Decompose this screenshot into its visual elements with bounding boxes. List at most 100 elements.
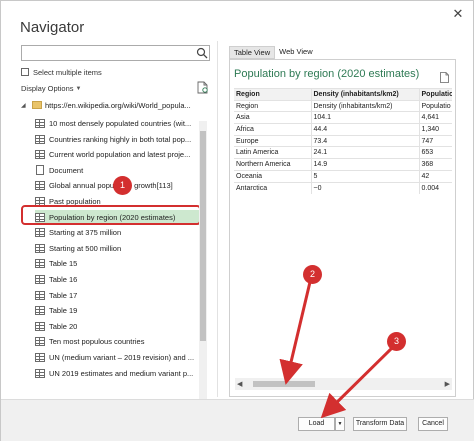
export-document-icon[interactable]: [440, 72, 449, 83]
column-header[interactable]: Population: [419, 88, 452, 101]
table-preview: Population by region (2020 estimates) Re…: [229, 59, 456, 397]
table-cell: 42: [419, 169, 452, 182]
tree-root-node[interactable]: ◢ https://en.wikipedia.org/wiki/World_po…: [21, 98, 191, 112]
table-row: Latin America 24.1 653: [234, 146, 452, 159]
tree-item-label: Starting at 500 million: [49, 243, 122, 253]
search-input[interactable]: [21, 45, 210, 61]
collapse-triangle-icon[interactable]: ◢: [21, 102, 29, 109]
table-cell: 5: [311, 169, 420, 182]
table-cell: Antarctica: [234, 181, 312, 194]
table-cell: Europe: [234, 134, 312, 147]
load-button[interactable]: Load: [298, 417, 335, 431]
display-options-label: Display Options: [21, 84, 74, 93]
horizontal-scrollbar-thumb[interactable]: [253, 381, 315, 387]
tree-item-label: UN (medium variant – 2019 revision) and …: [49, 353, 195, 362]
chevron-down-icon: ▼: [75, 85, 82, 92]
table-cell: Asia: [234, 111, 312, 124]
tree-item-label: Table 20: [49, 321, 78, 331]
table-icon: [35, 290, 45, 300]
table-icon: [35, 337, 45, 347]
table-cell: Africa: [234, 123, 312, 136]
tree-item[interactable]: Table 19: [35, 303, 201, 318]
close-icon[interactable]: ✕: [447, 5, 469, 23]
table-icon: [35, 228, 45, 238]
table-icon: [35, 368, 45, 378]
selection-highlight-annotation: [21, 205, 201, 225]
navigator-window: Navigator ✕ Select multiple items Displa…: [0, 0, 474, 441]
tree-item[interactable]: Ten most populous countries: [35, 334, 201, 349]
tree-item[interactable]: Document: [35, 163, 201, 178]
table-cell: 24.1: [311, 146, 420, 159]
tree-item-label: Table 15: [49, 259, 78, 269]
table-row: Region Density (inhabitants/km2) Populat…: [234, 99, 452, 112]
tree-item-label: Table 17: [49, 290, 78, 300]
tree-item-label: UN 2019 estimates and medium variant p..…: [49, 368, 194, 378]
tree-item-label: Starting at 375 million: [49, 228, 122, 238]
table-cell: 14.9: [311, 158, 420, 171]
preview-horizontal-scrollbar[interactable]: ◀ ▶: [235, 378, 452, 390]
preview-title: Population by region (2020 estimates): [234, 68, 420, 80]
display-options-dropdown[interactable]: Display Options ▼: [21, 84, 81, 93]
tree-item-label: Ten most populous countries: [49, 337, 145, 347]
tree-item[interactable]: UN (medium variant – 2019 revision) and …: [35, 350, 201, 365]
refresh-document-icon[interactable]: [197, 81, 209, 94]
table-row: Africa 44.4 1,340: [234, 123, 452, 136]
table-icon: [35, 134, 45, 144]
view-tabs: Table View Web View: [229, 46, 317, 59]
select-multiple-row[interactable]: Select multiple items: [21, 67, 102, 77]
table-cell: Populatio: [419, 99, 452, 112]
tab-table-view[interactable]: Table View: [229, 46, 276, 59]
table-row: Northern America 14.9 368: [234, 158, 452, 171]
table-cell: 44.4: [311, 123, 420, 136]
load-dropdown-button[interactable]: ▼: [335, 417, 345, 431]
column-header[interactable]: Density (inhabitants/km2): [311, 88, 420, 101]
step-badge-1: 1: [113, 176, 132, 195]
tree-item-label: Table 16: [49, 275, 78, 284]
table-icon: [35, 275, 45, 284]
table-cell: Region: [234, 99, 312, 112]
tree-item[interactable]: Current world population and latest proj…: [35, 147, 201, 162]
folder-icon: [32, 101, 42, 109]
tab-web-view[interactable]: Web View: [275, 46, 317, 59]
column-header[interactable]: Region: [234, 88, 312, 101]
scroll-left-icon[interactable]: ◀: [237, 380, 242, 388]
tree-item-label: Table 19: [49, 306, 78, 316]
tree-item[interactable]: Starting at 500 million: [35, 241, 201, 256]
table-icon: [35, 353, 45, 362]
table-cell: 747: [419, 134, 452, 147]
tree-scrollbar-thumb[interactable]: [200, 131, 206, 341]
table-cell: Northern America: [234, 158, 312, 171]
table-cell: Density (inhabitants/km2): [311, 99, 420, 112]
tree-vertical-scrollbar[interactable]: [199, 121, 207, 399]
table-row: Oceania 5 42: [234, 169, 452, 182]
select-multiple-label: Select multiple items: [33, 67, 102, 77]
tree-item-label: Global annual population growth[113]: [49, 181, 173, 191]
preview-grid: Region Density (inhabitants/km2) Populat…: [234, 88, 452, 238]
scroll-right-icon[interactable]: ▶: [445, 380, 450, 388]
table-cell: 1,340: [419, 123, 452, 136]
tree-item[interactable]: Table 15: [35, 256, 201, 271]
cancel-button[interactable]: Cancel: [418, 417, 448, 431]
tree-item-label: Document: [49, 165, 84, 175]
tree-item[interactable]: Starting at 375 million: [35, 225, 201, 240]
tree-item[interactable]: Table 16: [35, 272, 201, 287]
navigator-tree: ◢ https://en.wikipedia.org/wiki/World_po…: [21, 98, 208, 398]
table-cell: 0.004: [419, 181, 452, 194]
table-row: Antarctica ~0 0.004: [234, 181, 452, 194]
select-multiple-checkbox[interactable]: [21, 68, 29, 76]
table-row: Europe 73.4 747: [234, 134, 452, 147]
tree-item[interactable]: Table 20: [35, 319, 201, 334]
tree-item[interactable]: 10 most densely populated countries (wit…: [35, 116, 201, 131]
pane-splitter[interactable]: [217, 41, 218, 397]
dialog-footer: Load ▼ Transform Data Cancel: [1, 399, 474, 441]
tree-item[interactable]: Countries ranking highly in both total p…: [35, 132, 201, 147]
transform-data-button[interactable]: Transform Data: [353, 417, 407, 431]
tree-item[interactable]: Table 17: [35, 288, 201, 303]
search-icon: [196, 47, 208, 59]
document-icon: [36, 165, 44, 176]
tree-item-label: 10 most densely populated countries (wit…: [49, 119, 192, 128]
table-cell: 368: [419, 158, 452, 171]
table-icon: [35, 243, 45, 253]
step-badge-2: 2: [303, 265, 322, 284]
tree-item[interactable]: UN 2019 estimates and medium variant p..…: [35, 366, 201, 381]
